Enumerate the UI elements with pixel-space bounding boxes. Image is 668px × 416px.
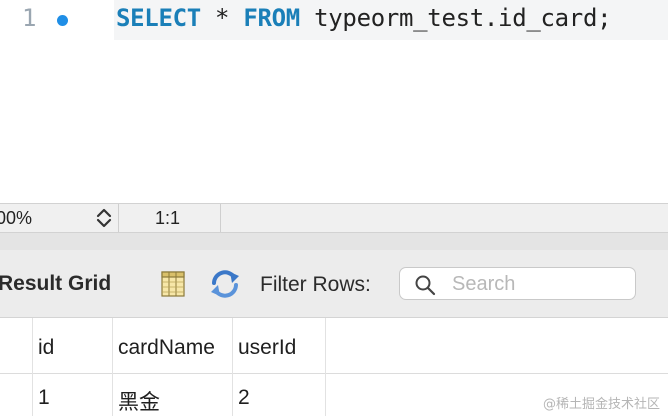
column-header-userid[interactable]: userId [238, 336, 296, 360]
result-grid-label: Result Grid [0, 272, 112, 295]
grid-view-icon[interactable] [159, 270, 187, 298]
column-divider [232, 318, 233, 416]
search-icon [415, 275, 436, 296]
column-divider [325, 318, 326, 416]
cursor-position: 1:1 [155, 208, 181, 228]
breakpoint-dot-icon[interactable] [57, 15, 68, 26]
column-divider [32, 318, 33, 416]
cell-id[interactable]: 1 [38, 386, 50, 410]
star-token: * [200, 4, 244, 32]
panel-splitter[interactable] [0, 233, 668, 250]
sql-editor[interactable]: 1 SELECT * FROM typeorm_test.id_card; [0, 0, 668, 203]
column-header-id[interactable]: id [38, 336, 54, 360]
status-divider [118, 204, 119, 232]
result-toolbar: Result Grid Filter Rows: [0, 250, 668, 318]
keyword-from: FROM [243, 4, 300, 32]
cell-cardname[interactable]: 黑金 [118, 386, 160, 416]
editor-status-bar: 00% 1:1 [0, 203, 668, 233]
status-divider [220, 204, 221, 232]
sql-statement[interactable]: SELECT * FROM typeorm_test.id_card; [116, 4, 612, 32]
filter-rows-label: Filter Rows: [260, 273, 371, 296]
column-header-cardname[interactable]: cardName [118, 336, 215, 360]
zoom-level: 00% [0, 208, 33, 228]
watermark: @稀土掘金技术社区 [542, 397, 660, 412]
table-name-token: typeorm_test.id_card; [299, 4, 612, 32]
zoom-stepper-icon[interactable] [92, 206, 116, 230]
line-number: 1 [22, 4, 37, 32]
cell-userid[interactable]: 2 [238, 386, 250, 410]
search-input[interactable] [452, 272, 622, 296]
keyword-select: SELECT [116, 4, 201, 32]
filter-search-box[interactable] [399, 267, 636, 300]
column-divider [112, 318, 113, 416]
refresh-icon[interactable] [208, 268, 242, 300]
grid-header-row: id cardName userId [0, 318, 668, 374]
result-grid: id cardName userId 1 黑金 2 @稀土掘金技术社区 [0, 318, 668, 416]
